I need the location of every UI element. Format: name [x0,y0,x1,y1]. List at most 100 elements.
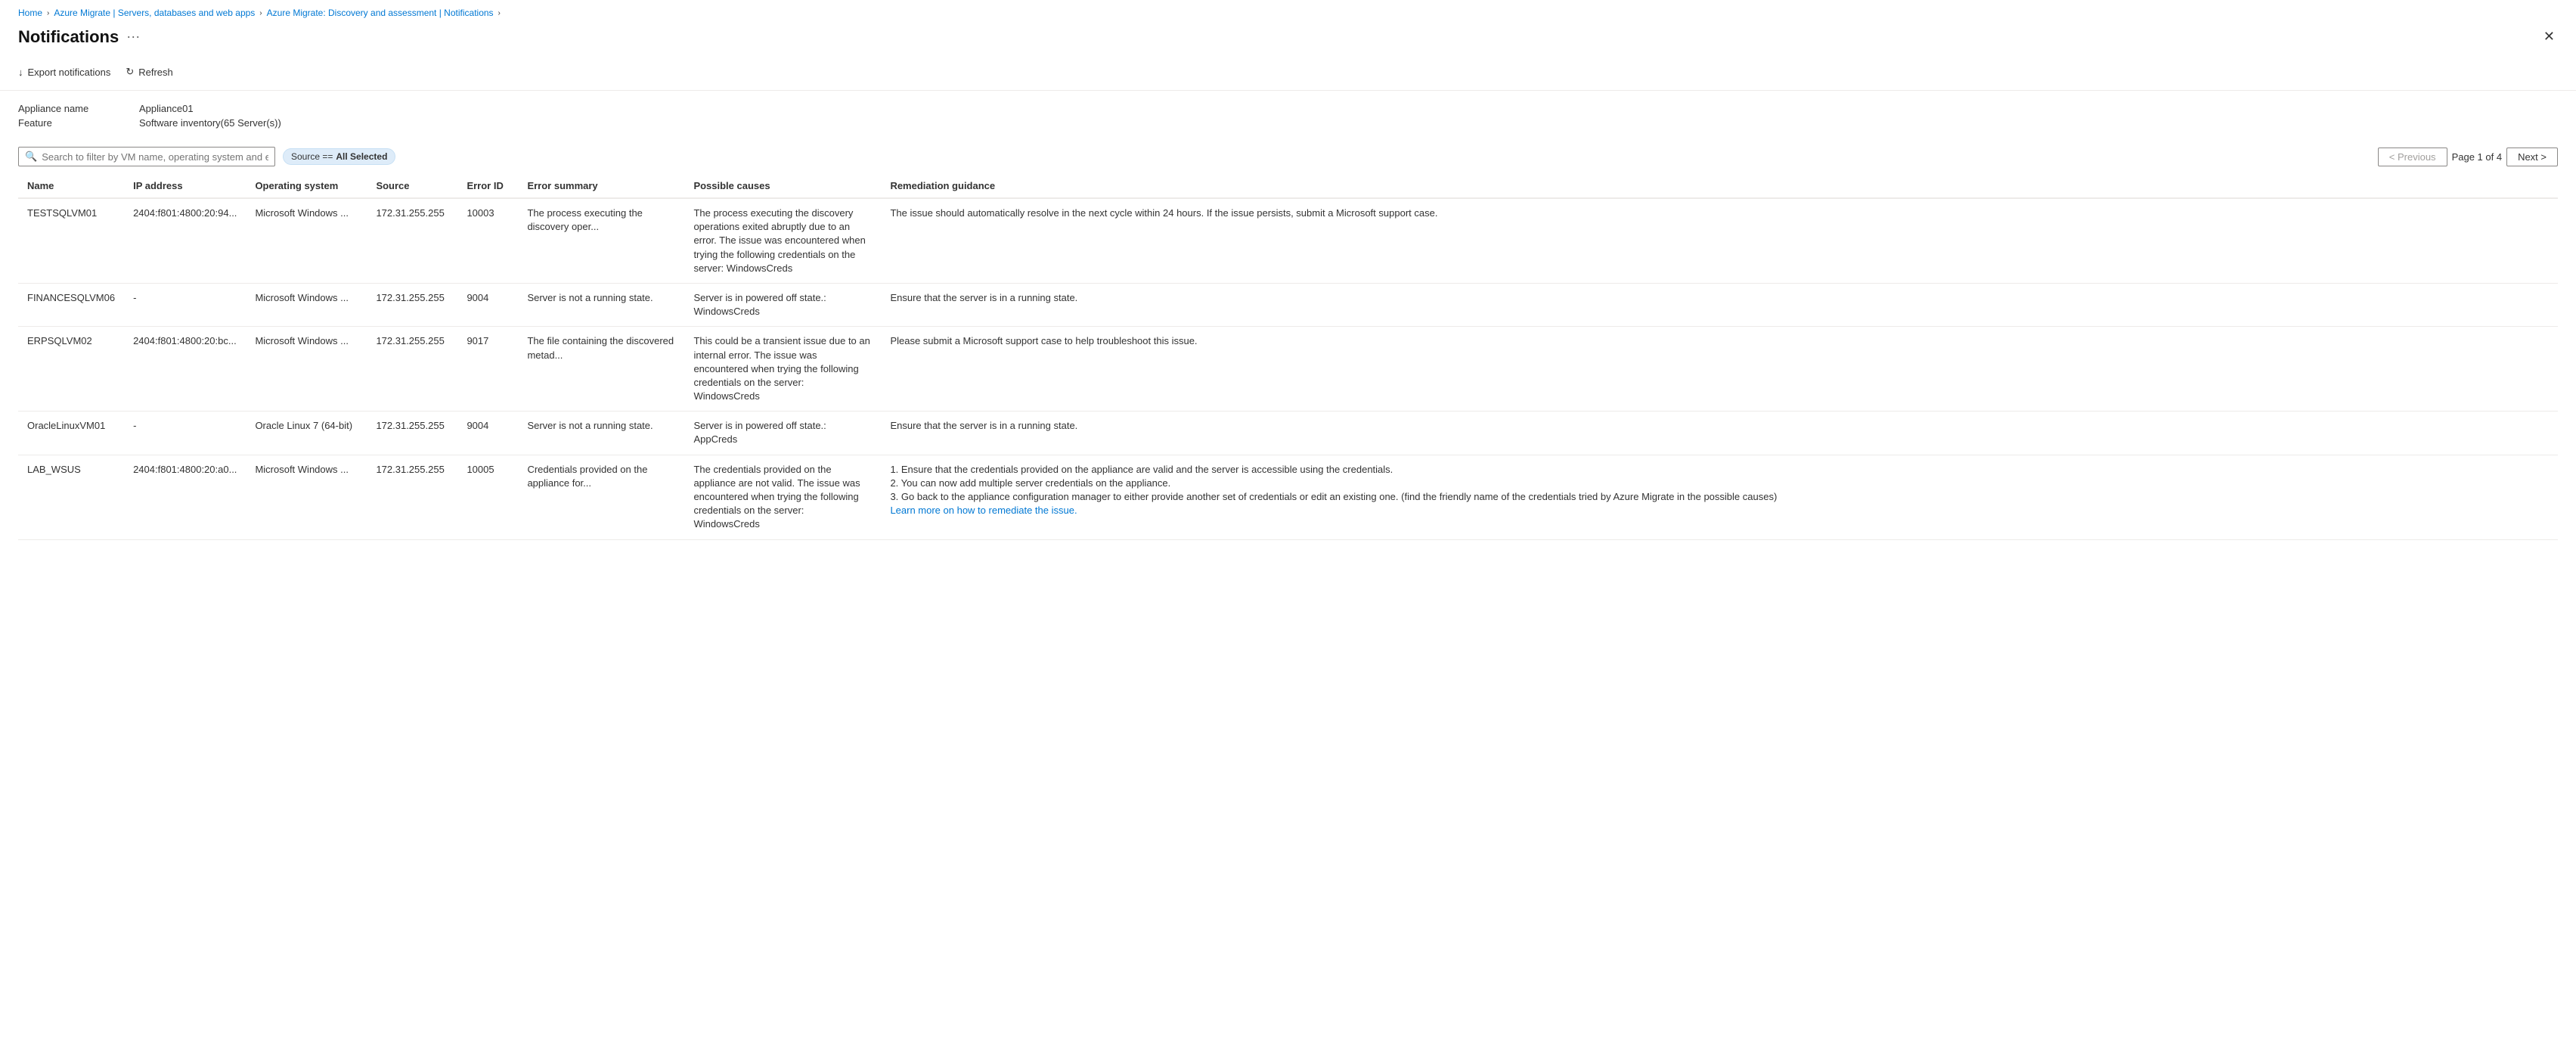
cell-error-id: 9017 [457,327,518,412]
page-info: Page 1 of 4 [2452,151,2503,163]
search-input[interactable] [42,151,268,163]
meta-section: Appliance name Appliance01 Feature Softw… [0,91,2576,141]
col-header-error-id: Error ID [457,174,518,198]
cell-error-summary: The process executing the discovery oper… [518,198,684,283]
table-header: Name IP address Operating system Source … [18,174,2558,198]
table-row: LAB_WSUS 2404:f801:4800:20:a0... Microso… [18,455,2558,539]
cell-error-summary: Server is not a running state. [518,412,684,455]
remediation-text: 1. Ensure that the credentials provided … [890,464,1393,475]
previous-button[interactable]: < Previous [2378,148,2447,166]
cell-error-summary: Credentials provided on the appliance fo… [518,455,684,539]
table-body: TESTSQLVM01 2404:f801:4800:20:94... Micr… [18,198,2558,539]
cell-remediation: Ensure that the server is in a running s… [881,283,2558,326]
table-row: TESTSQLVM01 2404:f801:4800:20:94... Micr… [18,198,2558,283]
breadcrumb-notifications[interactable]: Azure Migrate: Discovery and assessment … [267,8,494,18]
page-title: Notifications [18,27,119,47]
cell-remediation: Please submit a Microsoft support case t… [881,327,2558,412]
cell-error-id: 10003 [457,198,518,283]
cell-error-summary: Server is not a running state. [518,283,684,326]
refresh-icon: ↻ [126,66,134,78]
cell-source: 172.31.255.255 [367,327,457,412]
cell-name: FINANCESQLVM06 [18,283,124,326]
export-notifications-button[interactable]: ↓ Export notifications [18,64,110,81]
cell-name: ERPSQLVM02 [18,327,124,412]
remediation-text: 2. You can now add multiple server crede… [890,477,1170,489]
cell-possible-causes: Server is in powered off state.: AppCred… [684,412,881,455]
cell-ip: 2404:f801:4800:20:bc... [124,327,246,412]
appliance-label: Appliance name [18,103,139,114]
breadcrumb-sep-1: › [47,9,49,17]
cell-source: 172.31.255.255 [367,455,457,539]
cell-error-id: 10005 [457,455,518,539]
cell-possible-causes: The credentials provided on the applianc… [684,455,881,539]
table-wrapper: Name IP address Operating system Source … [0,174,2576,540]
close-button[interactable]: ✕ [2540,26,2558,48]
remediation-text: 3. Go back to the appliance configuratio… [890,491,1777,502]
remediation-text: Ensure that the server is in a running s… [890,420,1077,431]
cell-os: Microsoft Windows ... [246,283,367,326]
cell-remediation: Ensure that the server is in a running s… [881,412,2558,455]
badge-value: All Selected [336,151,387,162]
cell-ip: 2404:f801:4800:20:a0... [124,455,246,539]
breadcrumb-home[interactable]: Home [18,8,42,18]
cell-possible-causes: The process executing the discovery oper… [684,198,881,283]
table-row: OracleLinuxVM01 - Oracle Linux 7 (64-bit… [18,412,2558,455]
appliance-value: Appliance01 [139,103,194,114]
remediation-text: Please submit a Microsoft support case t… [890,335,1197,346]
breadcrumb-sep-3: › [498,9,501,17]
cell-os: Microsoft Windows ... [246,455,367,539]
next-button[interactable]: Next > [2506,148,2558,166]
breadcrumb-servers[interactable]: Azure Migrate | Servers, databases and w… [54,8,255,18]
cell-ip: - [124,412,246,455]
feature-row: Feature Software inventory(65 Server(s)) [18,117,2558,129]
notifications-table: Name IP address Operating system Source … [18,174,2558,540]
toolbar: ↓ Export notifications ↻ Refresh [0,57,2576,91]
cell-os: Microsoft Windows ... [246,327,367,412]
breadcrumb: Home › Azure Migrate | Servers, database… [0,0,2576,23]
header-row: Name IP address Operating system Source … [18,174,2558,198]
cell-possible-causes: Server is in powered off state.: Windows… [684,283,881,326]
filter-left: 🔍 Source == All Selected [18,147,395,166]
export-icon: ↓ [18,67,23,78]
page-title-area: Notifications ··· [18,27,140,47]
col-header-error-summary: Error summary [518,174,684,198]
col-header-ip: IP address [124,174,246,198]
table-row: FINANCESQLVM06 - Microsoft Windows ... 1… [18,283,2558,326]
table-row: ERPSQLVM02 2404:f801:4800:20:bc... Micro… [18,327,2558,412]
col-header-name: Name [18,174,124,198]
appliance-row: Appliance name Appliance01 [18,103,2558,114]
col-header-os: Operating system [246,174,367,198]
filter-bar: 🔍 Source == All Selected < Previous Page… [0,141,2576,174]
col-header-source: Source [367,174,457,198]
remediation-text: Ensure that the server is in a running s… [890,292,1077,303]
col-header-remediation: Remediation guidance [881,174,2558,198]
search-box[interactable]: 🔍 [18,147,275,166]
cell-remediation: The issue should automatically resolve i… [881,198,2558,283]
cell-name: TESTSQLVM01 [18,198,124,283]
cell-os: Oracle Linux 7 (64-bit) [246,412,367,455]
badge-prefix: Source == [291,151,333,162]
refresh-label: Refresh [138,67,173,78]
cell-name: OracleLinuxVM01 [18,412,124,455]
feature-label: Feature [18,117,139,129]
source-filter-badge[interactable]: Source == All Selected [283,148,395,165]
remediation-text: The issue should automatically resolve i… [890,207,1437,219]
pagination: < Previous Page 1 of 4 Next > [2378,148,2558,166]
more-options-icon[interactable]: ··· [126,29,140,45]
cell-source: 172.31.255.255 [367,198,457,283]
cell-error-id: 9004 [457,283,518,326]
cell-source: 172.31.255.255 [367,412,457,455]
cell-ip: 2404:f801:4800:20:94... [124,198,246,283]
feature-value: Software inventory(65 Server(s)) [139,117,281,129]
cell-source: 172.31.255.255 [367,283,457,326]
cell-possible-causes: This could be a transient issue due to a… [684,327,881,412]
refresh-button[interactable]: ↻ Refresh [126,63,172,81]
cell-os: Microsoft Windows ... [246,198,367,283]
cell-error-summary: The file containing the discovered metad… [518,327,684,412]
cell-remediation: 1. Ensure that the credentials provided … [881,455,2558,539]
col-header-possible-causes: Possible causes [684,174,881,198]
cell-name: LAB_WSUS [18,455,124,539]
export-label: Export notifications [28,67,111,78]
learn-more-link[interactable]: Learn more on how to remediate the issue… [890,505,1077,516]
cell-ip: - [124,283,246,326]
